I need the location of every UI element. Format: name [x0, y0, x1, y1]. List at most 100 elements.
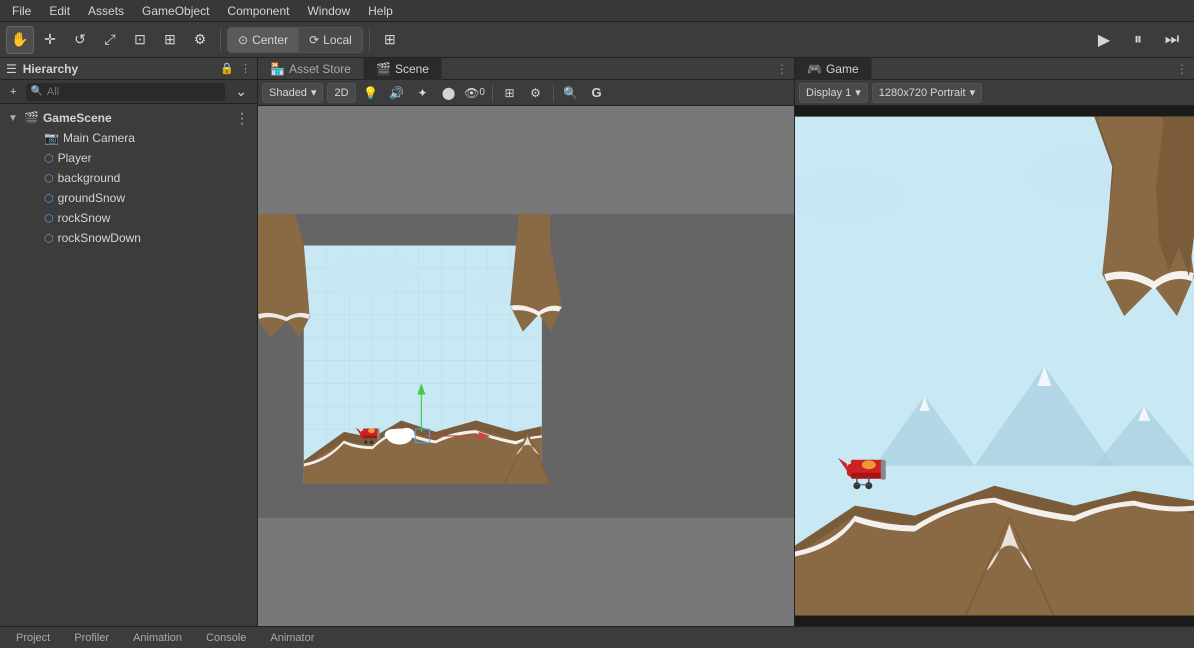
game-display-dropdown[interactable]: Display 1 ▾ [799, 83, 868, 103]
tool-rect[interactable]: ⊡ [126, 26, 154, 54]
hierarchy-header: ☰ Hierarchy 🔒 ⋮ [0, 58, 257, 80]
bottom-tabs-bar: Project Profiler Animation Console Anima… [0, 626, 1194, 648]
hierarchy-lock-icon[interactable]: 🔒 [220, 62, 234, 75]
game-tabs-bar: 🎮 Game ⋮ [795, 58, 1194, 80]
bg-icon: ⬡ [44, 172, 54, 185]
game-resolution-arrow: ▾ [970, 86, 976, 99]
center-area: 🏪 Asset Store 🎬 Scene ⋮ Shaded ▾ 2D 💡 🔊 … [258, 58, 794, 626]
hierarchy-item-groundsnow[interactable]: ⬡ groundSnow [0, 188, 257, 208]
local-global-btn[interactable]: ⟳ Local [299, 28, 362, 52]
shading-dropdown[interactable]: Shaded ▾ [262, 83, 323, 103]
game-svg [795, 106, 1194, 626]
game-resolution-dropdown[interactable]: 1280x720 Portrait ▾ [872, 83, 982, 103]
camera-icon: 📷 [44, 131, 59, 145]
hierarchy-panel: ☰ Hierarchy 🔒 ⋮ + 🔍 ⌄ ▼ 🎬 GameScene ⋮ [0, 58, 258, 626]
hierarchy-item-background[interactable]: ⬡ background [0, 168, 257, 188]
pivot-label: Center [252, 33, 288, 47]
scene-light-btn[interactable]: 💡 [360, 83, 382, 103]
scene-audio-btn[interactable]: 🔊 [386, 83, 408, 103]
maincamera-label: Main Camera [63, 131, 135, 145]
scene-grid-btn[interactable]: ⊞ [499, 83, 521, 103]
bottom-tab-animator[interactable]: Animator [260, 628, 324, 648]
rotation-icon: ⟳ [309, 33, 319, 47]
store-icon: 🏪 [270, 62, 285, 76]
2d-toggle[interactable]: 2D [327, 83, 355, 103]
tab-scene[interactable]: 🎬 Scene [364, 58, 442, 80]
hierarchy-item-player[interactable]: ⬡ Player [0, 148, 257, 168]
shading-arrow-icon: ▾ [311, 86, 317, 99]
scene-fx-btn[interactable]: ✦ [412, 83, 434, 103]
hierarchy-search-input[interactable] [47, 86, 221, 98]
menu-file[interactable]: File [4, 2, 39, 20]
hierarchy-search-options[interactable]: ⌄ [229, 82, 253, 102]
background-label: background [58, 171, 121, 185]
scene-settings-btn[interactable]: ⚙ [525, 83, 547, 103]
search-icon: 🔍 [30, 86, 42, 97]
menu-component[interactable]: Component [219, 2, 297, 20]
game-tab-icon: 🎮 [807, 62, 822, 76]
game-tabs-more[interactable]: ⋮ [1170, 62, 1194, 76]
tool-scale[interactable]: ⤢ [96, 26, 124, 54]
step-button[interactable]: ⏭ [1156, 26, 1188, 54]
center-pivot-btn[interactable]: ⊙ Center [228, 28, 299, 52]
scene-tab-icon: 🎬 [376, 62, 391, 76]
scene-search-btn[interactable]: 🔍 [560, 83, 582, 103]
menu-gameobject[interactable]: GameObject [134, 2, 217, 20]
bottom-tab-console[interactable]: Console [196, 628, 256, 648]
asset-store-label: Asset Store [289, 62, 351, 76]
tool-custom[interactable]: ⚙ [186, 26, 214, 54]
menu-window[interactable]: Window [299, 2, 358, 20]
tab-asset-store[interactable]: 🏪 Asset Store [258, 58, 364, 80]
eye-icon: 👁 [464, 86, 479, 100]
grid-btn[interactable]: ⊞ [376, 26, 404, 54]
bottom-tab-animation[interactable]: Animation [123, 628, 192, 648]
hierarchy-icon: ☰ [6, 62, 17, 76]
play-button[interactable]: ▶ [1088, 26, 1120, 54]
hierarchy-content: ▼ 🎬 GameScene ⋮ 📷 Main Camera ⬡ Player [0, 104, 257, 626]
player-icon: ⬡ [44, 152, 54, 165]
gamescene-options-icon[interactable]: ⋮ [235, 110, 249, 127]
menu-assets[interactable]: Assets [80, 2, 132, 20]
shading-label: Shaded [269, 87, 307, 99]
bottom-tab-profiler[interactable]: Profiler [64, 628, 119, 648]
hierarchy-item-maincamera[interactable]: 📷 Main Camera [0, 128, 257, 148]
scene-gizmos-btn[interactable]: 👁 0 [464, 83, 486, 103]
hierarchy-add-btn[interactable]: + [4, 82, 22, 102]
scene-arrow-icon: ▼ [8, 113, 20, 124]
local-label: Local [323, 33, 352, 47]
scene-g-label[interactable]: G [586, 83, 608, 103]
game-tab-label: Game [826, 62, 859, 76]
scene-icon: 🎬 [24, 111, 39, 125]
game-canvas [795, 106, 1194, 626]
menu-edit[interactable]: Edit [41, 2, 78, 20]
tool-hand[interactable]: ✋ [6, 26, 34, 54]
scene-sep-1 [492, 84, 493, 102]
tool-rotate[interactable]: ↺ [66, 26, 94, 54]
scene-sep-2 [553, 84, 554, 102]
hierarchy-search-box[interactable]: 🔍 [26, 83, 225, 101]
tab-game[interactable]: 🎮 Game [795, 58, 872, 80]
player-label: Player [58, 151, 92, 165]
hierarchy-more-icon[interactable]: ⋮ [240, 62, 251, 75]
tool-transform[interactable]: ⊞ [156, 26, 184, 54]
bottom-tab-project[interactable]: Project [6, 628, 60, 648]
scene-skybox-btn[interactable]: ⬤ [438, 83, 460, 103]
gamescene-label: GameScene [43, 111, 112, 125]
menu-help[interactable]: Help [360, 2, 401, 20]
game-display-arrow: ▾ [855, 86, 861, 99]
hierarchy-item-gamescene[interactable]: ▼ 🎬 GameScene ⋮ [0, 108, 257, 128]
hierarchy-toolbar: + 🔍 ⌄ [0, 80, 257, 104]
2d-label: 2D [334, 87, 348, 99]
hierarchy-item-rocksnowdown[interactable]: ⬡ rockSnowDown [0, 228, 257, 248]
tabs-more-btn[interactable]: ⋮ [770, 62, 794, 76]
pause-button[interactable]: ⏸ [1122, 26, 1154, 54]
menubar: File Edit Assets GameObject Component Wi… [0, 0, 1194, 22]
game-panel: 🎮 Game ⋮ Display 1 ▾ 1280x720 Portrait ▾ [794, 58, 1194, 626]
main-layout: ☰ Hierarchy 🔒 ⋮ + 🔍 ⌄ ▼ 🎬 GameScene ⋮ [0, 58, 1194, 626]
rocksnow-label: rockSnow [58, 211, 111, 225]
scene-tab-label: Scene [395, 62, 429, 76]
groundsnow-label: groundSnow [58, 191, 125, 205]
tool-move[interactable]: ✛ [36, 26, 64, 54]
scene-canvas[interactable] [258, 106, 794, 626]
hierarchy-item-rocksnow[interactable]: ⬡ rockSnow [0, 208, 257, 228]
